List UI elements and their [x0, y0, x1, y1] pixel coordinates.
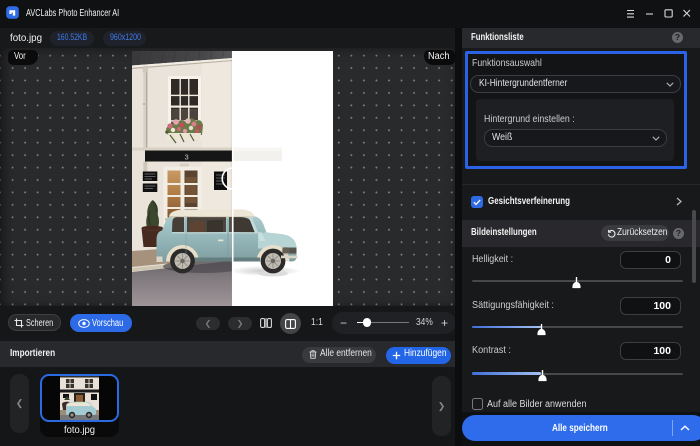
- svg-text:3: 3: [184, 152, 188, 161]
